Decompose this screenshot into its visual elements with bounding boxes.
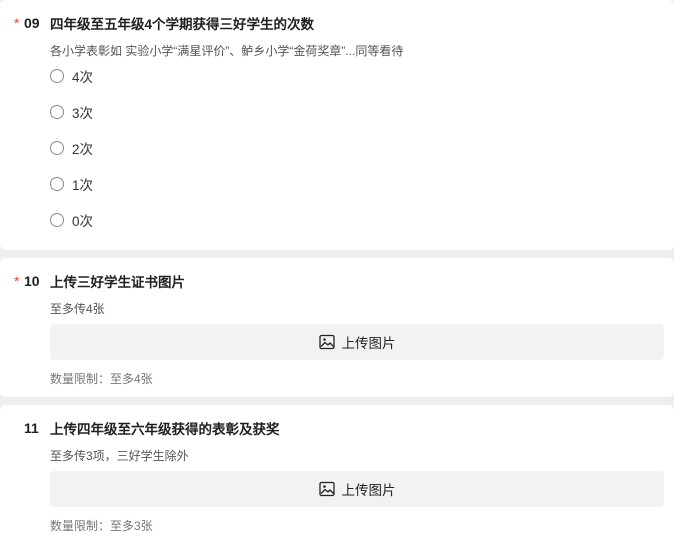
option-label: 0次 <box>72 214 94 229</box>
radio-icon[interactable] <box>50 177 64 191</box>
image-icon <box>318 481 335 497</box>
question-number: 09 <box>24 15 40 31</box>
upload-image-button[interactable]: 上传图片 <box>50 471 664 507</box>
option-label: 3次 <box>72 106 94 121</box>
radio-icon[interactable] <box>50 213 64 227</box>
required-mark: * <box>14 15 20 31</box>
question-card-10: * 10 上传三好学生证书图片 至多传4张 上传图片 数量限制：至多4张 <box>0 258 674 397</box>
radio-icon[interactable] <box>50 105 64 119</box>
option-label: 1次 <box>72 178 94 193</box>
radio-icon[interactable] <box>50 69 64 83</box>
option-4[interactable]: 4次 <box>50 66 93 86</box>
question-card-09: * 09 四年级至五年级4个学期获得三好学生的次数 各小学表彰如 实验小学“满星… <box>0 0 674 250</box>
quantity-limit: 数量限制：至多3张 <box>50 519 153 533</box>
upload-image-button[interactable]: 上传图片 <box>50 324 664 360</box>
option-2[interactable]: 2次 <box>50 138 93 158</box>
question-description: 各小学表彰如 实验小学“满星评价”、鲈乡小学“金荷奖章”...同等看待 <box>50 44 404 58</box>
question-header: * 09 四年级至五年级4个学期获得三好学生的次数 <box>14 13 314 33</box>
radio-icon[interactable] <box>50 141 64 155</box>
option-1[interactable]: 1次 <box>50 174 93 194</box>
question-title: 上传四年级至六年级获得的表彰及获奖 <box>50 422 280 437</box>
upload-label: 上传图片 <box>341 483 396 498</box>
question-description: 至多传4张 <box>50 302 105 316</box>
option-3[interactable]: 3次 <box>50 102 93 122</box>
option-0[interactable]: 0次 <box>50 210 93 230</box>
quantity-limit: 数量限制：至多4张 <box>50 372 153 386</box>
question-number: 11 <box>24 420 39 436</box>
question-number: 10 <box>24 273 40 289</box>
option-label: 2次 <box>72 142 94 157</box>
upload-label: 上传图片 <box>341 336 396 351</box>
required-mark: * <box>14 273 20 289</box>
question-header: * 11 上传四年级至六年级获得的表彰及获奖 <box>14 418 280 438</box>
question-title: 四年级至五年级4个学期获得三好学生的次数 <box>50 17 315 32</box>
question-card-11: * 11 上传四年级至六年级获得的表彰及获奖 至多传3项，三好学生除外 上传图片… <box>0 405 674 541</box>
option-label: 4次 <box>72 70 94 85</box>
image-icon <box>318 334 335 350</box>
question-header: * 10 上传三好学生证书图片 <box>14 271 185 291</box>
question-description: 至多传3项，三好学生除外 <box>50 449 189 463</box>
question-title: 上传三好学生证书图片 <box>50 275 185 290</box>
